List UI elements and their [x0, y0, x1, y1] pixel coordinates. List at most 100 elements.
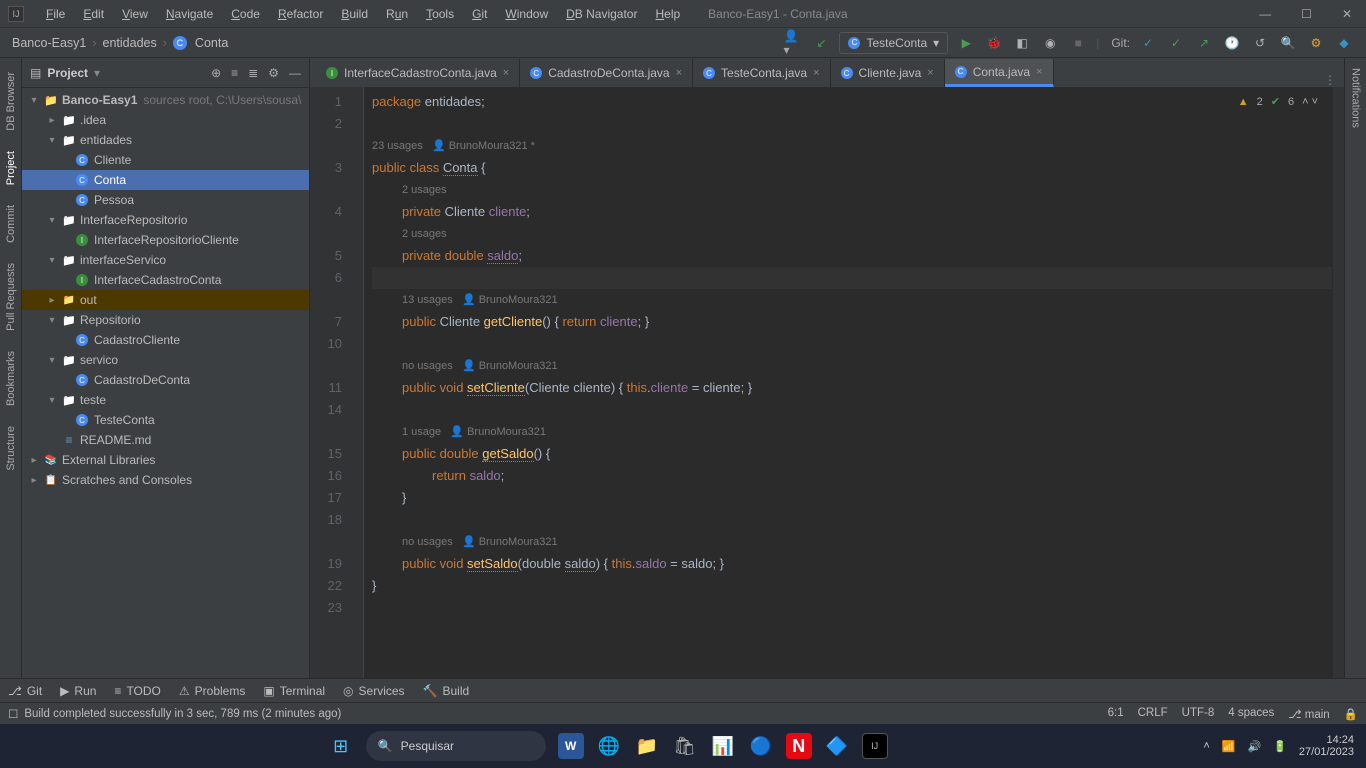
menu-navigate[interactable]: Navigate	[158, 4, 221, 24]
tray-chevron-icon[interactable]: ˄	[1203, 740, 1209, 752]
bottom-services[interactable]: ◎Services	[343, 684, 405, 698]
tree-folder-repositorio[interactable]: ▾Repositorio	[22, 310, 309, 330]
file-encoding[interactable]: UTF-8	[1182, 707, 1215, 721]
taskbar-edge-icon[interactable]: 🌐	[596, 733, 622, 759]
close-icon[interactable]: ×	[813, 67, 819, 79]
rail-structure[interactable]: Structure	[3, 416, 19, 481]
tree-folder-out[interactable]: ▸📁out	[22, 290, 309, 310]
run-config-selector[interactable]: C TesteConta ▾	[839, 32, 948, 54]
debug-icon[interactable]: 🐞	[984, 33, 1004, 53]
bottom-git[interactable]: ⎇Git	[8, 684, 42, 698]
rail-dbbrowser[interactable]: DB Browser	[3, 62, 19, 141]
tree-file-conta[interactable]: CConta	[22, 170, 309, 190]
bottom-run[interactable]: ▶Run	[60, 684, 96, 698]
tab-conta[interactable]: CConta.java×	[945, 59, 1054, 87]
breadcrumb-package[interactable]: entidades	[103, 36, 157, 50]
tree-folder-interfaceservico[interactable]: ▾interfaceServico	[22, 250, 309, 270]
tree-folder-servico[interactable]: ▾servico	[22, 350, 309, 370]
menu-git[interactable]: Git	[464, 4, 495, 24]
hide-icon[interactable]: —	[289, 66, 301, 80]
taskbar-intellij-icon[interactable]: IJ	[862, 733, 888, 759]
close-icon[interactable]: ×	[676, 67, 682, 79]
error-stripe[interactable]	[1332, 87, 1344, 678]
window-maximize-icon[interactable]: ☐	[1295, 5, 1318, 23]
settings-icon[interactable]: ⚙	[268, 66, 279, 80]
taskbar-app-icon[interactable]: 🔷	[824, 733, 850, 759]
expand-all-icon[interactable]: ≡	[231, 66, 238, 80]
search-everywhere-icon[interactable]: 🔍	[1278, 33, 1298, 53]
status-message[interactable]: Build completed successfully in 3 sec, 7…	[24, 708, 341, 720]
sync-icon[interactable]: ↙	[811, 33, 831, 53]
taskbar-chrome-icon[interactable]: 🔵	[748, 733, 774, 759]
tray-battery-icon[interactable]: 🔋	[1273, 740, 1287, 753]
tab-interfacecadastroconta[interactable]: IInterfaceCadastroConta.java×	[316, 59, 520, 87]
git-history-icon[interactable]: 🕐	[1222, 33, 1242, 53]
taskbar-explorer-icon[interactable]: 📁	[634, 733, 660, 759]
menu-run[interactable]: Run	[378, 4, 416, 24]
menu-code[interactable]: Code	[223, 4, 268, 24]
bottom-terminal[interactable]: ▣Terminal	[263, 684, 325, 698]
bottom-todo[interactable]: ≡TODO	[114, 684, 160, 698]
tree-file-testeconta[interactable]: CTesteConta	[22, 410, 309, 430]
taskbar-chart-icon[interactable]: 📊	[710, 733, 736, 759]
menu-tools[interactable]: Tools	[418, 4, 462, 24]
menu-refactor[interactable]: Refactor	[270, 4, 331, 24]
menu-window[interactable]: Window	[497, 4, 556, 24]
tree-folder-idea[interactable]: ▸.idea	[22, 110, 309, 130]
menu-dbnav[interactable]: DB Navigator	[558, 4, 645, 24]
tree-file-pessoa[interactable]: CPessoa	[22, 190, 309, 210]
tree-file-cadconta[interactable]: CCadastroDeConta	[22, 370, 309, 390]
menu-view[interactable]: View	[114, 4, 156, 24]
tree-file-irc[interactable]: IInterfaceRepositorioCliente	[22, 230, 309, 250]
run-icon[interactable]: ▶	[956, 33, 976, 53]
start-button[interactable]: ⊞	[328, 733, 354, 759]
rail-project[interactable]: Project	[3, 141, 19, 195]
inspection-widget[interactable]: ▲2 ✔6 ˄ ˅	[1238, 91, 1318, 113]
close-icon[interactable]: ×	[503, 67, 509, 79]
profile-icon[interactable]: ◉	[1040, 33, 1060, 53]
tree-folder-interfacerepo[interactable]: ▾InterfaceRepositorio	[22, 210, 309, 230]
tree-folder-teste[interactable]: ▾teste	[22, 390, 309, 410]
tree-root[interactable]: ▾ Banco-Easy1 sources root, C:\Users\sou…	[22, 90, 309, 110]
git-branch[interactable]: ⎇ main	[1288, 707, 1329, 721]
tree-file-cliente[interactable]: CCliente	[22, 150, 309, 170]
breadcrumb-class[interactable]: Conta	[195, 36, 228, 50]
tab-menu-icon[interactable]: ⋮	[1324, 73, 1344, 87]
code-content[interactable]: ▲2 ✔6 ˄ ˅ package entidades; 23 usages 👤…	[364, 87, 1332, 678]
plugins-icon[interactable]: ◆	[1334, 33, 1354, 53]
system-clock[interactable]: 14:24 27/01/2023	[1299, 734, 1354, 758]
taskbar-word-icon[interactable]: W	[558, 733, 584, 759]
collapse-all-icon[interactable]: ≣	[248, 66, 258, 80]
taskbar-search[interactable]: 🔍 Pesquisar	[366, 731, 546, 761]
git-update-icon[interactable]: ✓	[1138, 33, 1158, 53]
caret-position[interactable]: 6:1	[1108, 707, 1124, 721]
menu-file[interactable]: File	[38, 4, 73, 24]
breadcrumb-project[interactable]: Banco-Easy1	[12, 36, 86, 50]
menu-help[interactable]: Help	[647, 4, 688, 24]
taskbar-store-icon[interactable]: 🛍	[672, 733, 698, 759]
user-icon[interactable]: 👤▾	[783, 33, 803, 53]
rail-pullrequests[interactable]: Pull Requests	[3, 253, 19, 341]
stop-icon[interactable]: ■	[1068, 33, 1088, 53]
rail-notifications[interactable]: Notifications	[1348, 58, 1364, 138]
taskbar-netflix-icon[interactable]: N	[786, 733, 812, 759]
tree-folder-entidades[interactable]: ▾entidades	[22, 130, 309, 150]
chevron-up-down-icon[interactable]: ˄ ˅	[1302, 91, 1318, 113]
bottom-build[interactable]: 🔨Build	[423, 684, 470, 698]
menu-build[interactable]: Build	[333, 4, 376, 24]
line-separator[interactable]: CRLF	[1138, 707, 1168, 721]
code-editor[interactable]: 12 3 4 56 710 1114 15161718 192223 ▲2 ✔6…	[310, 87, 1344, 678]
tree-external-libs[interactable]: ▸📚External Libraries	[22, 450, 309, 470]
breadcrumb[interactable]: Banco-Easy1 › entidades › C Conta	[12, 36, 228, 50]
tree-file-cadcliente[interactable]: CCadastroCliente	[22, 330, 309, 350]
panel-title[interactable]: Project	[47, 66, 88, 80]
select-opened-icon[interactable]: ⊕	[211, 66, 221, 80]
line-gutter[interactable]: 12 3 4 56 710 1114 15161718 192223	[310, 87, 350, 678]
tab-cliente[interactable]: CCliente.java×	[831, 59, 945, 87]
menu-edit[interactable]: Edit	[75, 4, 112, 24]
tree-file-icc[interactable]: IInterfaceCadastroConta	[22, 270, 309, 290]
git-commit-icon[interactable]: ✓	[1166, 33, 1186, 53]
git-rollback-icon[interactable]: ↺	[1250, 33, 1270, 53]
bottom-problems[interactable]: ⚠Problems	[179, 684, 245, 698]
project-tree[interactable]: ▾ Banco-Easy1 sources root, C:\Users\sou…	[22, 88, 309, 678]
